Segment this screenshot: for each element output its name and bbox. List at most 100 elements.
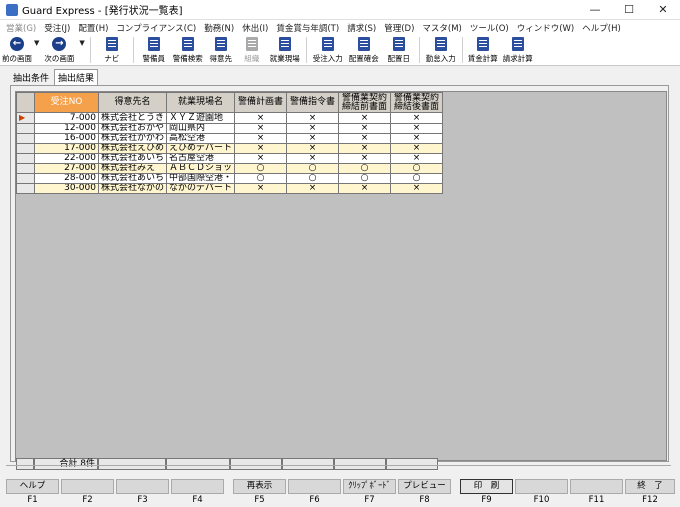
assign-confirm-icon xyxy=(357,37,370,51)
f8-label: F8 xyxy=(419,495,430,505)
table-row[interactable]: 27-000 株式会社みえ ＡＢＣＤショッ ○ ○ ○ ○ xyxy=(16,163,444,174)
f3-label: F3 xyxy=(137,495,148,505)
site-button[interactable]: 就業現場 xyxy=(267,35,303,66)
menu-attendance[interactable]: 勤務(N) xyxy=(204,22,234,34)
header-instr[interactable]: 警備指令書 xyxy=(286,92,340,113)
f4-button[interactable] xyxy=(171,479,224,494)
row-pointer-icon: ▶ xyxy=(19,113,26,123)
menu-assign[interactable]: 配置(H) xyxy=(78,22,108,34)
row-header[interactable] xyxy=(16,183,35,194)
row-header[interactable] xyxy=(16,173,35,184)
f8-preview-button[interactable]: プレビュー xyxy=(398,479,451,494)
table-row[interactable]: 16-000 株式会社かがわ 高松空港 × × × × xyxy=(16,133,444,144)
table-row[interactable]: 28-000 株式会社あいち 中部国際空港・ ○ ○ ○ ○ xyxy=(16,173,444,184)
header-site[interactable]: 就業現場名 xyxy=(166,92,236,113)
f12-exit-button[interactable]: 終 了 xyxy=(625,479,675,494)
menu-window[interactable]: ウィンドウ(W) xyxy=(517,22,575,34)
f7-label: F7 xyxy=(364,495,375,505)
table-row[interactable]: 17-000 株式会社えひめ えひめデパート × × × × xyxy=(16,143,444,154)
client-button[interactable]: 得意先 xyxy=(205,35,237,66)
title-bar: Guard Express - [発行状況一覧表] — ☐ ✕ xyxy=(0,0,680,20)
f2-label: F2 xyxy=(82,495,93,505)
prev-screen-button[interactable]: ← 前の画面 xyxy=(2,35,32,66)
row-header[interactable]: ▶ xyxy=(16,112,35,124)
menu-master[interactable]: マスタ(M) xyxy=(422,22,461,34)
row-header[interactable] xyxy=(16,123,35,134)
arrow-right-icon: → xyxy=(52,37,67,51)
row-header[interactable] xyxy=(16,153,35,164)
order-entry-button[interactable]: 受注入力 xyxy=(310,35,346,66)
divider-line xyxy=(6,465,671,471)
f1-help-button[interactable]: ヘルプ xyxy=(6,479,59,494)
header-pre-contract[interactable]: 警備業契約締結前書面 xyxy=(338,92,392,113)
assign-day-button[interactable]: 配置日 xyxy=(382,35,416,66)
function-key-bar: ヘルプ F1 F2 F3 F4 再表示 F5 F6 ｸﾘｯﾌﾟﾎﾞｰﾄﾞ F7 … xyxy=(0,477,680,507)
f6-label: F6 xyxy=(309,495,320,505)
f9-print-button[interactable]: 印 刷 xyxy=(460,479,513,494)
keyboard-icon xyxy=(105,37,118,51)
f4-label: F4 xyxy=(192,495,203,505)
next-screen-button[interactable]: → 次の画面 xyxy=(41,35,77,66)
wage-calc-icon xyxy=(476,37,489,51)
menu-orders[interactable]: 受注(J) xyxy=(44,22,70,34)
menu-tools[interactable]: ツール(O) xyxy=(470,22,509,34)
bill-calc-icon xyxy=(511,37,524,51)
bill-calc-button[interactable]: 請求計算 xyxy=(500,35,536,66)
site-icon xyxy=(278,37,291,51)
guard-search-button[interactable]: 警備検索 xyxy=(171,35,205,66)
guard-search-icon xyxy=(181,37,194,51)
menu-help[interactable]: ヘルプ(H) xyxy=(582,22,621,34)
menu-compliance[interactable]: コンプライアンス(C) xyxy=(116,22,196,34)
maximize-button[interactable]: ☐ xyxy=(612,0,646,20)
order-entry-icon xyxy=(321,37,334,51)
menu-wages[interactable]: 賃金賞与年調(T) xyxy=(276,22,339,34)
row-header[interactable] xyxy=(16,133,35,144)
table-row[interactable]: ▶ 7-000 株式会社とうき ＸＹＺ遊園地 × × × × xyxy=(16,112,444,124)
assign-day-icon xyxy=(392,37,405,51)
wage-calc-button[interactable]: 賃金計算 xyxy=(466,35,500,66)
header-post-contract[interactable]: 警備業契約締結後書面 xyxy=(390,92,444,113)
f9-label: F9 xyxy=(481,495,492,505)
row-header[interactable] xyxy=(16,163,35,174)
row-header[interactable] xyxy=(16,143,35,154)
navi-button[interactable]: ナビ xyxy=(94,35,130,66)
table-row[interactable]: 12-000 株式会社おかや 岡山県内 × × × × xyxy=(16,123,444,134)
menu-bar: 営業(G) 受注(J) 配置(H) コンプライアンス(C) 勤務(N) 休出(I… xyxy=(0,20,680,35)
tab-results[interactable]: 抽出結果 xyxy=(54,69,99,85)
next-dropdown-icon[interactable]: ▼ xyxy=(77,39,86,47)
attend-entry-button[interactable]: 勤怠入力 xyxy=(423,35,459,66)
menu-holiday[interactable]: 休出(I) xyxy=(242,22,268,34)
f11-button[interactable] xyxy=(570,479,623,494)
guard-icon xyxy=(147,37,160,51)
corner-cell xyxy=(16,92,35,113)
f3-button[interactable] xyxy=(116,479,169,494)
results-grid[interactable]: 受注NO 得意先名 就業現場名 警備計画書 警備指令書 警備業契約締結前書面 警… xyxy=(15,91,667,470)
menu-admin[interactable]: 管理(D) xyxy=(384,22,414,34)
results-panel: 受注NO 得意先名 就業現場名 警備計画書 警備指令書 警備業契約締結前書面 警… xyxy=(10,85,669,470)
assign-confirm-button[interactable]: 配置確会 xyxy=(346,35,382,66)
header-client[interactable]: 得意先名 xyxy=(97,92,168,113)
f5-label: F5 xyxy=(254,495,265,505)
table-row[interactable]: 30-000 株式会社ながの ながのデパート × × × × xyxy=(16,183,444,194)
f10-label: F10 xyxy=(533,495,550,505)
f7-clipboard-button[interactable]: ｸﾘｯﾌﾟﾎﾞｰﾄﾞ xyxy=(343,479,396,494)
results-table: 受注NO 得意先名 就業現場名 警備計画書 警備指令書 警備業契約締結前書面 警… xyxy=(16,92,444,194)
window-title: Guard Express - [発行状況一覧表] xyxy=(22,6,183,17)
minimize-button[interactable]: — xyxy=(578,0,612,20)
f6-button[interactable] xyxy=(288,479,341,494)
f2-button[interactable] xyxy=(61,479,114,494)
guard-button[interactable]: 警備員 xyxy=(137,35,171,66)
client-icon xyxy=(214,37,227,51)
prev-dropdown-icon[interactable]: ▼ xyxy=(32,39,41,47)
header-order-no[interactable]: 受注NO xyxy=(34,92,99,113)
close-button[interactable]: ✕ xyxy=(646,0,680,20)
attend-entry-icon xyxy=(434,37,447,51)
f5-refresh-button[interactable]: 再表示 xyxy=(233,479,286,494)
org-button[interactable]: 組織 xyxy=(237,35,267,66)
table-row[interactable]: 22-000 株式会社あいち 名古屋空港 × × × × xyxy=(16,153,444,164)
f10-button[interactable] xyxy=(515,479,568,494)
tab-conditions[interactable]: 抽出条件 xyxy=(10,70,52,85)
header-plan[interactable]: 警備計画書 xyxy=(234,92,288,113)
menu-billing[interactable]: 請求(S) xyxy=(347,22,376,34)
menu-sales[interactable]: 営業(G) xyxy=(6,22,36,34)
